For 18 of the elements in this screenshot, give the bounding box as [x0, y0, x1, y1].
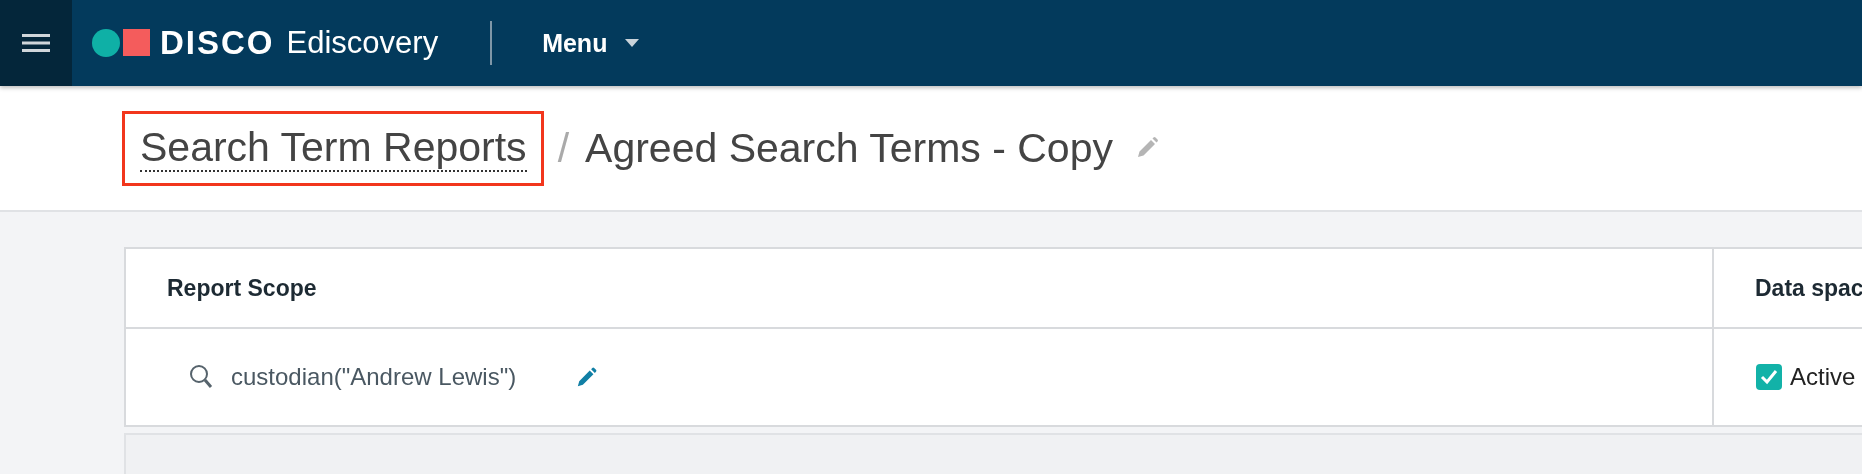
product-name: Ediscovery — [286, 25, 439, 61]
menu-button[interactable] — [0, 0, 72, 86]
caret-icon — [625, 39, 640, 47]
checkmark-icon — [1760, 369, 1778, 385]
menu-icon — [22, 33, 50, 53]
search-icon — [189, 364, 213, 390]
column-header: Report Scope — [126, 249, 1714, 329]
pencil-icon — [576, 366, 599, 388]
breadcrumb-link[interactable]: Search Term Reports — [140, 123, 527, 172]
active-checkbox[interactable] — [1756, 364, 1782, 390]
logo-icon — [92, 29, 150, 57]
menu-dropdown[interactable]: Menu — [542, 28, 640, 58]
brand-name: DISCO — [160, 24, 275, 62]
status-label: Active — [1790, 363, 1856, 391]
edit-button[interactable] — [576, 366, 599, 388]
report-title: Agreed Search Terms - Copy — [585, 124, 1113, 172]
breadcrumb-separator: / — [557, 124, 570, 172]
scope-query: custodian("Andrew Lewis") — [231, 363, 517, 391]
